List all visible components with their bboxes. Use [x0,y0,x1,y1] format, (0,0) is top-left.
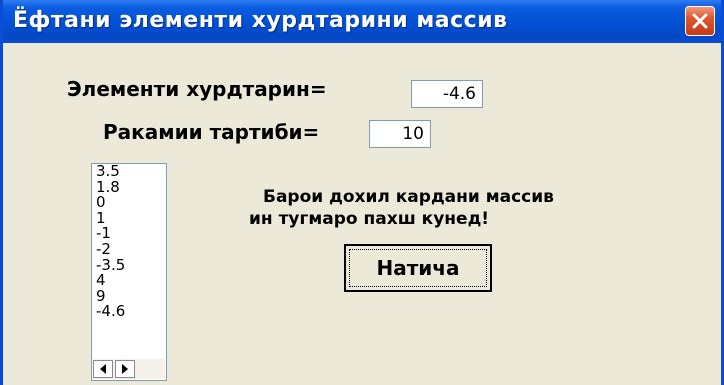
index-label: Ракамии тартиби= [103,120,320,144]
scroll-left-button[interactable] [93,360,113,378]
list-item[interactable]: -4.6 [96,304,125,320]
instruction-line-1: Барои дохил кардани массив [263,187,554,207]
smallest-element-field[interactable]: -4.6 [411,80,483,108]
close-icon [692,13,708,29]
horizontal-scrollbar[interactable] [93,359,165,379]
window-title: Ёфтани элементи хурдтарини массив [13,8,508,33]
close-button[interactable] [685,6,715,36]
array-listbox[interactable]: 3.5 1.8 0 1 -1 -2 -3.5 4 9 -4.6 [91,163,167,381]
instruction-line-2: ин тугмаро пахш кунед! [249,209,490,229]
instruction-text: Барои дохил кардани массив ин тугмаро па… [249,186,554,230]
arrow-right-icon [122,364,128,374]
smallest-element-label: Элементи хурдтарин= [67,77,327,101]
list-items: 3.5 1.8 0 1 -1 -2 -3.5 4 9 -4.6 [96,163,125,320]
result-button-label: Натича [349,249,487,287]
dialog-window: Ёфтани элементи хурдтарини массив Элемен… [0,0,724,385]
title-bar[interactable]: Ёфтани элементи хурдтарини массив [3,0,721,43]
index-field[interactable]: 10 [369,120,431,148]
arrow-left-icon [100,364,106,374]
scroll-right-button[interactable] [115,360,135,378]
result-button[interactable]: Натича [344,244,492,292]
